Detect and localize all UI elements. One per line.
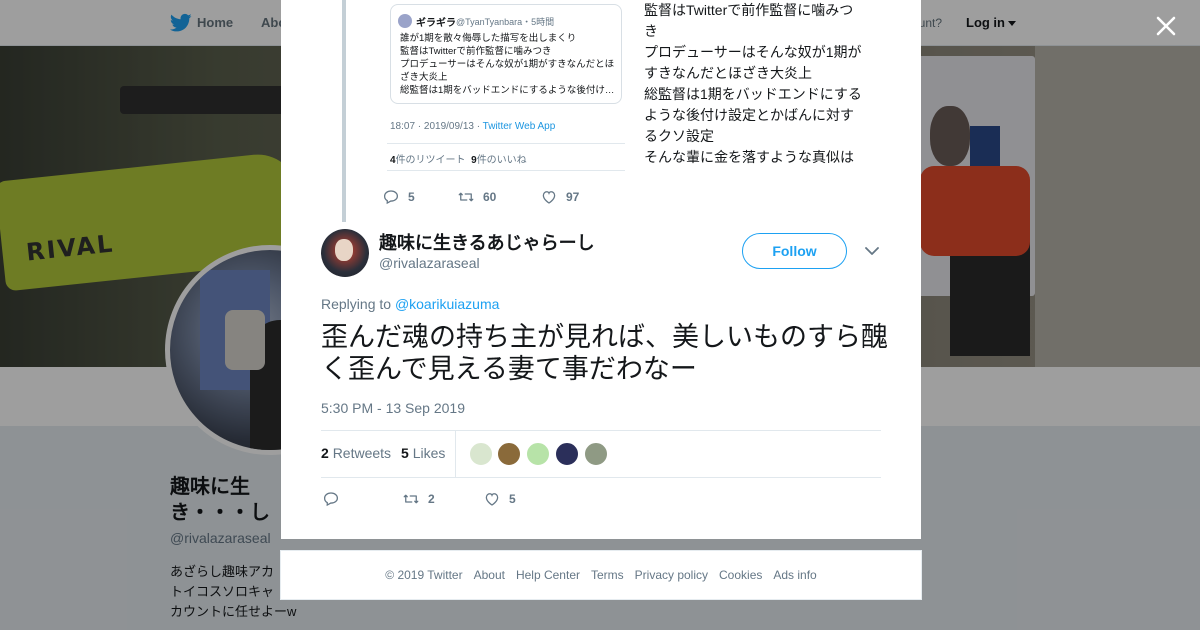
liker-avatar[interactable] [497,442,521,466]
footer-copyright: © 2019 Twitter [385,568,463,582]
quoted-handle: @TyanTyanbara・5時間 [456,17,555,27]
footer-ads-link[interactable]: Ads info [773,568,816,582]
divider [387,143,625,144]
retweets-stat-label: Retweets [332,445,392,461]
liker-avatar[interactable] [555,442,579,466]
divider [321,430,881,431]
retweet-icon [458,192,474,202]
divider [455,431,456,477]
reply-button[interactable]: 5 [382,187,415,207]
tweet-timestamp[interactable]: 5:30 PM - 13 Sep 2019 [321,400,465,416]
quoted-avatar [398,14,412,28]
embedded-retweet-label: 件のリツイート [395,155,466,166]
replying-to-link[interactable]: @koarikuiazuma [395,296,499,312]
heart-icon [542,191,556,204]
reply-button[interactable] [322,489,348,509]
like-count: 5 [509,492,516,506]
footer-about-link[interactable]: About [474,568,505,582]
embedded-source-link: Twitter Web App [482,121,556,132]
reply-icon [323,492,339,507]
likes-stat-count: 5 [401,445,409,461]
heart-icon [485,493,499,506]
embedded-timestamp: 18:07 · 2019/09/13 · Twitter Web App [390,121,555,132]
modal-footer: © 2019 Twitter About Help Center Terms P… [280,550,922,600]
like-button[interactable]: 97 [540,187,579,207]
quoted-text: 誰が1期を散々侮辱した描写を出しまくり 監督はTwitterで前作監督に噛みつき… [400,33,615,96]
footer-privacy-link[interactable]: Privacy policy [635,568,708,582]
replying-to-label: Replying to [321,296,395,312]
parent-tweet-actions: 5 60 97 [382,187,642,207]
footer-help-link[interactable]: Help Center [516,568,580,582]
divider [321,477,881,478]
tweet-actions: 2 5 [322,489,622,509]
quoted-tweet-card[interactable]: ギラギラ @TyanTyanbara・5時間 誰が1期を散々侮辱した描写を出しま… [390,4,622,104]
tweet-modal: ギラギラ @TyanTyanbara・5時間 誰が1期を散々侮辱した描写を出しま… [281,0,921,539]
like-button[interactable]: 5 [483,489,516,509]
likes-stat[interactable]: 5 Likes [401,445,445,461]
retweet-button[interactable]: 2 [402,489,435,509]
retweet-icon [403,494,419,504]
tweet-text: 歪んだ魂の持ち主が見れば、美しいものすら醜く歪んで見える妻て事だわなー [321,322,888,384]
reply-icon [383,190,399,205]
avatar-shape [335,239,353,261]
tweet-author-name[interactable]: 趣味に生きるあじゃらーし [379,229,595,255]
parent-tweet-media-text: 監督はTwitterで前作監督に噛みつ き プロデューサーはそんな奴が1期が す… [644,2,862,165]
footer-cookies-link[interactable]: Cookies [719,568,762,582]
retweets-stat-count: 2 [321,445,329,461]
liker-avatar[interactable] [526,442,550,466]
tweet-author-handle[interactable]: @rivalazaraseal [379,255,480,271]
footer-terms-link[interactable]: Terms [591,568,624,582]
thread-connector [342,0,346,222]
retweet-count: 60 [483,190,497,204]
close-icon[interactable] [1150,10,1182,42]
liker-avatar[interactable] [584,442,608,466]
retweet-button[interactable]: 60 [457,187,496,207]
liker-avatar[interactable] [469,442,493,466]
replying-to: Replying to @koarikuiazuma [321,296,499,312]
quoted-name: ギラギラ [416,18,456,29]
chevron-down-icon[interactable] [864,244,880,258]
retweets-stat[interactable]: 2 Retweets [321,445,391,461]
retweet-count: 2 [428,492,435,506]
embedded-stats: 4件のリツイート 9件のいいね [390,151,527,166]
divider [387,170,625,171]
embedded-like-label: 件のいいね [476,155,527,166]
embedded-time-text: 18:07 · 2019/09/13 · [390,121,483,132]
like-count: 97 [566,190,580,204]
follow-button[interactable]: Follow [742,233,847,269]
tweet-author-avatar[interactable] [321,229,369,277]
reply-count: 5 [408,190,415,204]
likes-stat-label: Likes [412,445,446,461]
